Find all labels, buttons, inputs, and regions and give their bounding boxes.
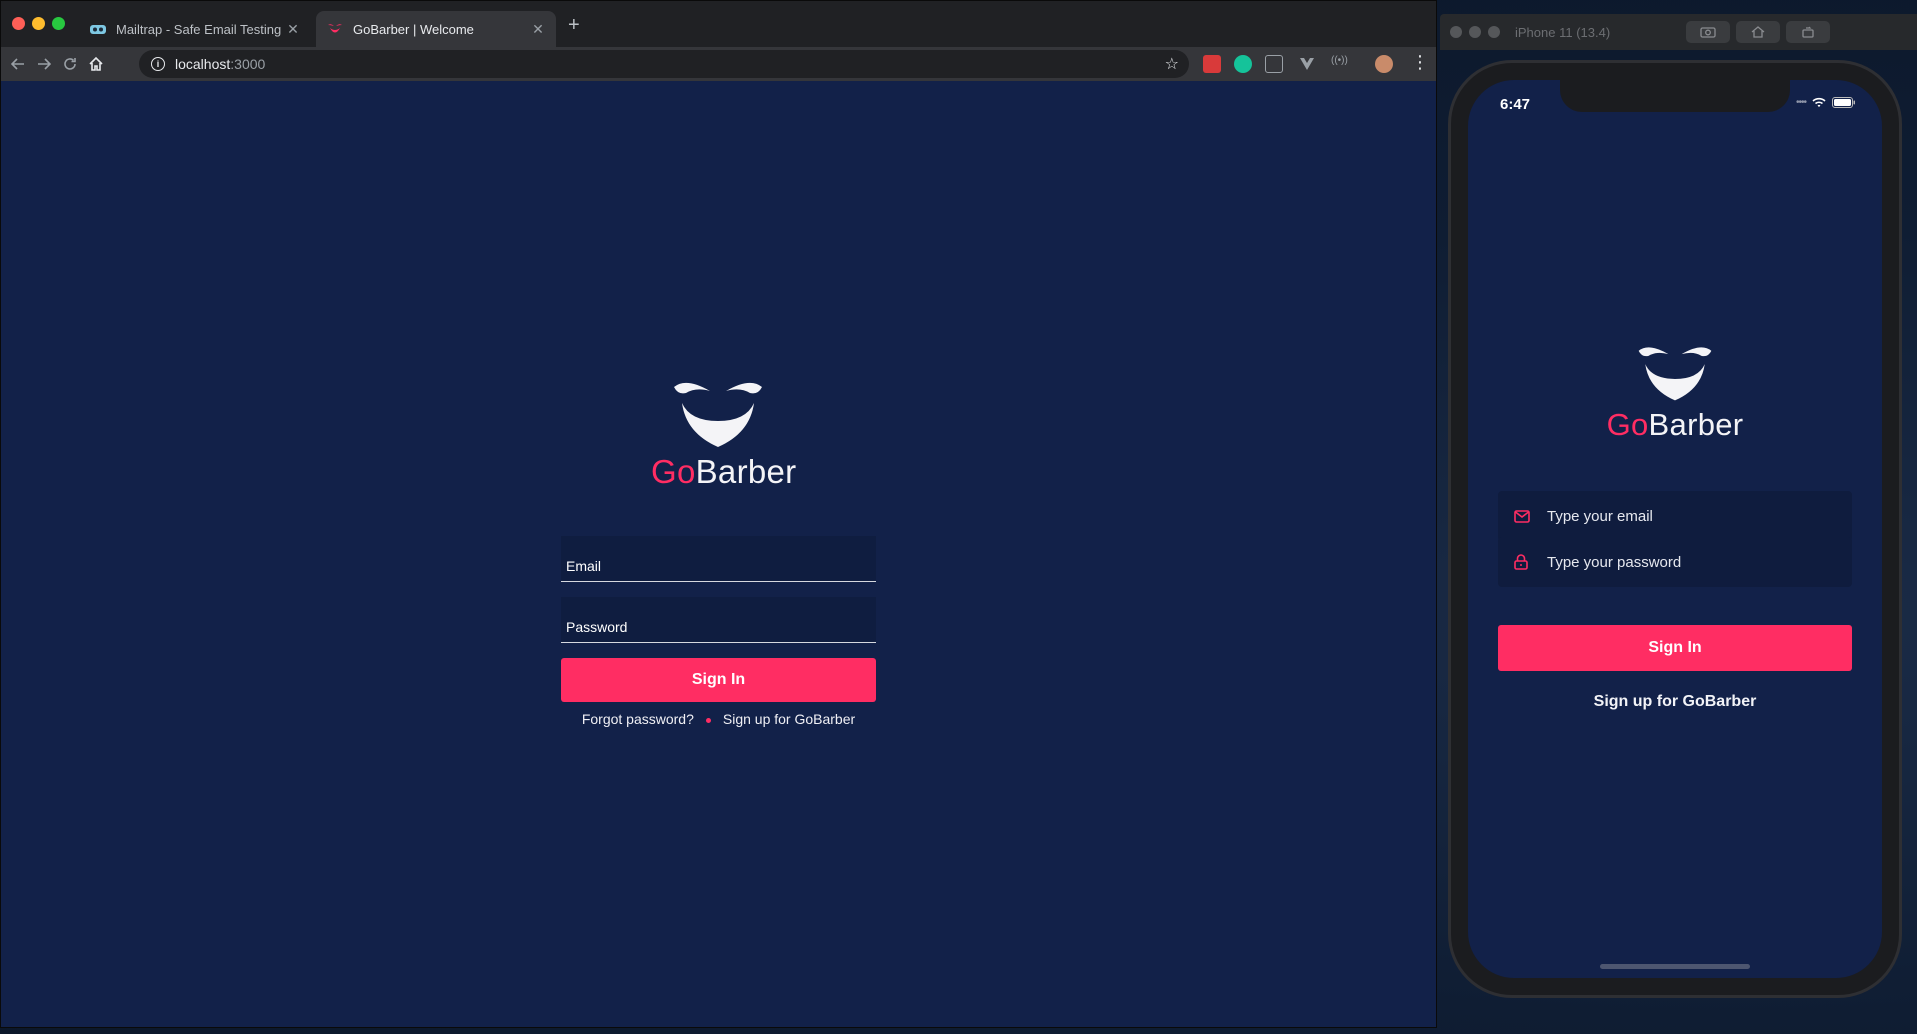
mobile-sign-in-button[interactable]: Sign In (1498, 625, 1852, 671)
password-field-wrapper (561, 597, 876, 643)
browser-window: Mailtrap - Safe Email Testing ✕ GoBarber… (0, 0, 1437, 1028)
tab-title: Mailtrap - Safe Email Testing (116, 21, 282, 37)
maximize-window-button[interactable] (52, 17, 65, 30)
email-placeholder: Type your email (1547, 507, 1653, 525)
tab-title: GoBarber | Welcome (353, 21, 474, 37)
reload-icon[interactable] (59, 53, 81, 75)
simulator-title: iPhone 11 (13.4) (1515, 25, 1611, 40)
extension-red-icon[interactable] (1203, 55, 1221, 73)
home-icon[interactable] (85, 53, 107, 75)
brand-title: GoBarber (651, 453, 797, 490)
screenshot-icon[interactable] (1686, 21, 1730, 43)
sign-up-link[interactable]: Sign up for GoBarber (723, 711, 855, 727)
home-icon[interactable] (1736, 21, 1780, 43)
status-time: 6:47 (1500, 96, 1531, 113)
web-login-form: Sign In Forgot password? Sign up for GoBa… (561, 536, 876, 727)
email-field-wrapper (561, 536, 876, 582)
web-page: GoBarber Sign In Forgot password? Sign up… (1, 81, 1436, 1027)
iphone-screen: 6:47 •••• GoBarber Type your email Type … (1468, 80, 1882, 978)
simulator-close-button[interactable] (1450, 26, 1462, 38)
info-icon[interactable]: i (151, 57, 165, 71)
tab-bar: Mailtrap - Safe Email Testing ✕ GoBarber… (1, 1, 1436, 47)
password-field[interactable] (561, 612, 876, 642)
signal-icon: •••• (1795, 97, 1807, 108)
more-menu-icon[interactable]: ⋮ (1411, 53, 1429, 71)
sign-in-button[interactable]: Sign In (561, 658, 876, 702)
email-input[interactable]: Type your email (1498, 491, 1852, 541)
mail-icon (1514, 509, 1534, 523)
browser-toolbar: i localhost:3000 ☆ ((•)) ⋮ (1, 47, 1436, 81)
mailtrap-icon (90, 25, 106, 34)
close-tab-icon[interactable]: ✕ (530, 21, 546, 38)
web-links: Forgot password? Sign up for GoBarber (561, 711, 876, 727)
tab-gobarber[interactable]: GoBarber | Welcome ✕ (316, 11, 556, 47)
forgot-password-link[interactable]: Forgot password? (582, 711, 694, 727)
back-arrow-icon[interactable] (7, 53, 29, 75)
beard-favicon-icon (328, 24, 342, 33)
mobile-logo: GoBarber (1468, 345, 1882, 443)
vue-devtools-icon[interactable] (1298, 55, 1316, 73)
home-indicator[interactable] (1600, 964, 1750, 969)
beard-logo-icon (1638, 347, 1712, 401)
beard-logo-icon (674, 382, 762, 447)
battery-icon (1832, 97, 1855, 108)
password-placeholder: Type your password (1547, 553, 1682, 571)
simulator-minimize-button[interactable] (1469, 26, 1481, 38)
new-tab-button[interactable]: + (568, 15, 580, 35)
minimize-window-button[interactable] (32, 17, 45, 30)
forward-arrow-icon[interactable] (33, 53, 55, 75)
lock-icon (1514, 554, 1534, 570)
url-text: localhost:3000 (175, 56, 266, 72)
extension-pen-icon[interactable] (1265, 55, 1283, 73)
simulator-zoom-button[interactable] (1488, 26, 1500, 38)
star-icon[interactable]: ☆ (1165, 54, 1179, 74)
extension-radio-icon[interactable]: ((•)) (1331, 55, 1349, 73)
separator-dot (705, 717, 711, 723)
password-input[interactable]: Type your password (1498, 537, 1852, 587)
rotate-icon[interactable] (1786, 21, 1830, 43)
status-icons: •••• (1796, 97, 1856, 108)
notch (1560, 80, 1790, 112)
address-bar[interactable]: i localhost:3000 ☆ (139, 50, 1189, 78)
avatar[interactable] (1375, 55, 1393, 73)
brand-title: GoBarber (1606, 407, 1744, 442)
close-window-button[interactable] (12, 17, 25, 30)
grammarly-icon[interactable] (1234, 55, 1252, 73)
web-logo: GoBarber (651, 381, 797, 491)
tab-mailtrap[interactable]: Mailtrap - Safe Email Testing ✕ (79, 11, 311, 47)
mobile-sign-up-link[interactable]: Sign up for GoBarber (1468, 693, 1882, 711)
email-field[interactable] (561, 551, 876, 581)
wifi-icon (1812, 97, 1826, 107)
simulator-title-bar: iPhone 11 (13.4) (1440, 14, 1917, 50)
close-tab-icon[interactable]: ✕ (285, 21, 301, 38)
